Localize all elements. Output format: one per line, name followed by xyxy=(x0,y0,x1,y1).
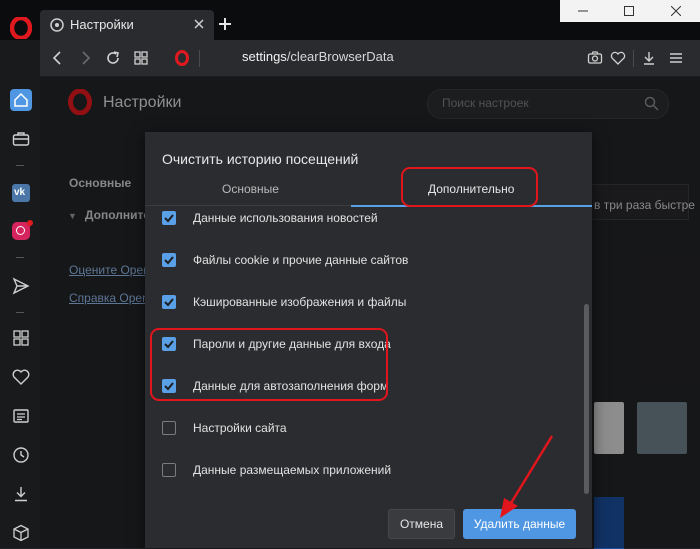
option-label: Кэшированные изображения и файлы xyxy=(193,295,407,309)
close-icon xyxy=(671,6,681,16)
sidebar-divider xyxy=(16,165,24,166)
minimize-button[interactable] xyxy=(560,0,606,22)
tab-basic[interactable]: Основные xyxy=(222,182,279,196)
dialog-title: Очистить историю посещений xyxy=(162,151,359,167)
cube-icon[interactable] xyxy=(12,524,30,542)
camera-icon[interactable] xyxy=(587,50,603,66)
address-separator xyxy=(199,50,200,67)
forward-icon[interactable] xyxy=(77,50,93,66)
apps-grid-icon[interactable] xyxy=(12,329,30,347)
minimize-icon xyxy=(578,10,588,12)
menu-icon[interactable] xyxy=(668,50,684,66)
checkbox[interactable] xyxy=(162,253,176,267)
option-label: Данные использования новостей xyxy=(193,211,378,225)
vk-icon[interactable]: vk xyxy=(12,184,30,202)
address-bar: settings/clearBrowserData xyxy=(40,40,700,77)
url-prefix: settings xyxy=(242,49,287,64)
close-window-button[interactable] xyxy=(652,0,700,22)
sidebar: vk xyxy=(0,40,40,548)
option-label: Файлы cookie и прочие данные сайтов xyxy=(193,253,409,267)
sidebar-divider xyxy=(16,257,24,258)
home-icon xyxy=(14,92,28,107)
opera-menu-icon[interactable] xyxy=(10,17,32,39)
close-tab-icon[interactable] xyxy=(192,17,206,31)
browser-tab[interactable]: Настройки xyxy=(40,10,214,40)
title-bar: Настройки xyxy=(0,0,700,40)
cancel-button[interactable]: Отмена xyxy=(388,509,455,539)
back-icon[interactable] xyxy=(50,50,66,66)
check-icon xyxy=(164,256,174,265)
scrollbar[interactable] xyxy=(581,207,591,497)
checkbox[interactable] xyxy=(162,463,176,477)
pointer-arrow-icon xyxy=(500,435,554,518)
check-icon xyxy=(164,214,174,223)
new-tab-icon[interactable] xyxy=(218,17,232,31)
notification-dot xyxy=(27,220,33,226)
tab-title: Настройки xyxy=(70,17,134,32)
download-icon[interactable] xyxy=(641,50,657,66)
download-icon[interactable] xyxy=(12,485,30,503)
checkbox[interactable] xyxy=(162,211,176,225)
checkbox[interactable] xyxy=(162,421,176,435)
checkbox[interactable] xyxy=(162,295,176,309)
option-label: Настройки сайта xyxy=(193,421,287,435)
heart-icon[interactable] xyxy=(12,368,30,386)
highlight-password-autofill xyxy=(150,328,388,401)
window-controls xyxy=(560,0,700,22)
scrollbar-thumb[interactable] xyxy=(584,304,589,494)
url-path: /clearBrowserData xyxy=(286,49,394,64)
sidebar-home-button[interactable] xyxy=(10,89,32,111)
opera-icon xyxy=(175,50,189,66)
check-icon xyxy=(164,298,174,307)
toolbar-separator xyxy=(633,50,634,67)
news-icon[interactable] xyxy=(12,407,30,425)
option-label: Данные размещаемых приложений xyxy=(193,463,392,477)
tabs-grid-icon[interactable] xyxy=(133,50,149,66)
heart-icon[interactable] xyxy=(610,50,626,66)
reload-icon[interactable] xyxy=(105,50,121,66)
url-field[interactable]: settings/clearBrowserData xyxy=(242,49,394,64)
history-icon[interactable] xyxy=(12,446,30,464)
highlight-advanced-tab xyxy=(401,167,538,207)
maximize-icon xyxy=(624,6,634,16)
maximize-button[interactable] xyxy=(606,0,652,22)
sidebar-divider xyxy=(16,312,24,313)
briefcase-icon[interactable] xyxy=(12,130,30,148)
settings-tab-icon xyxy=(50,18,64,32)
send-icon[interactable] xyxy=(12,277,30,295)
